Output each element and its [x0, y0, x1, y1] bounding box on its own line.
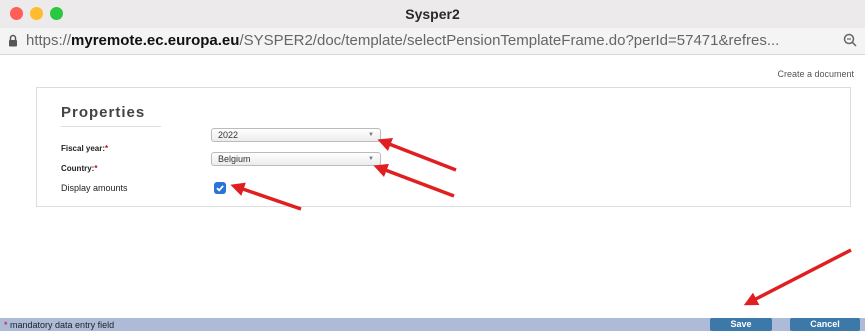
- save-button[interactable]: Save: [710, 318, 772, 331]
- mandatory-field-note: * mandatory data entry field: [4, 320, 114, 330]
- annotation-arrow: [373, 163, 455, 198]
- annotation-arrow: [230, 182, 302, 211]
- mandatory-note-text: mandatory data entry field: [7, 320, 115, 330]
- annotation-arrow: [743, 248, 852, 306]
- cancel-button[interactable]: Cancel: [790, 318, 860, 331]
- annotation-arrows: [230, 138, 852, 306]
- annotation-arrow: [377, 138, 457, 172]
- footer-bar: * mandatory data entry field Save Cancel: [0, 318, 865, 331]
